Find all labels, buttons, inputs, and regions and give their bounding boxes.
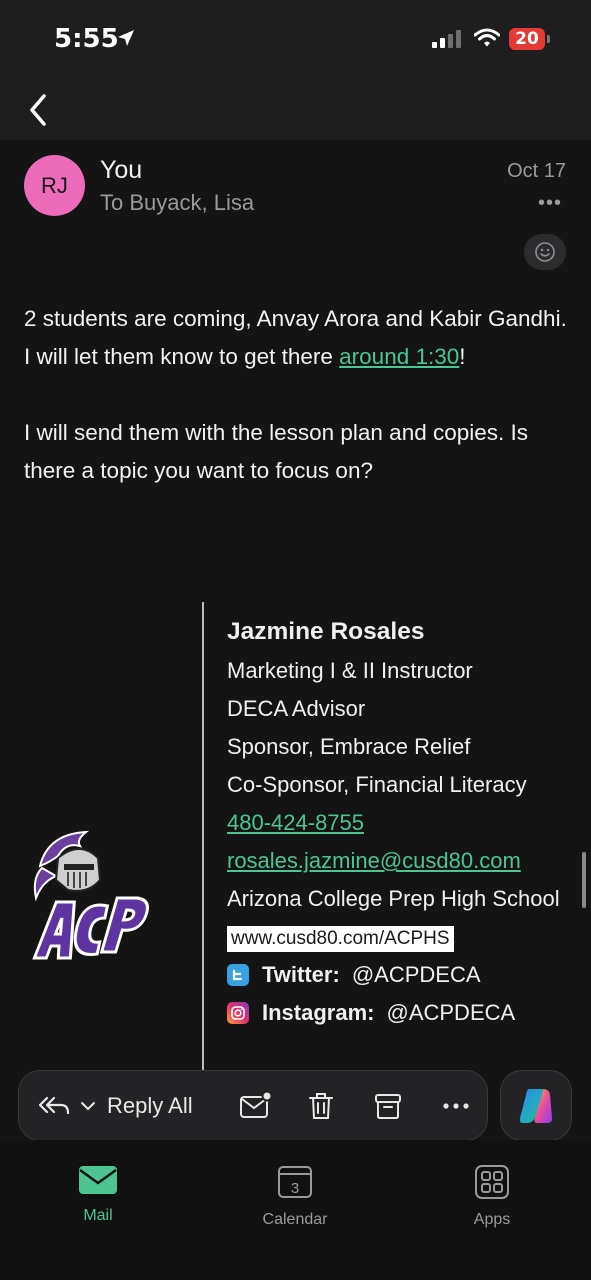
nav-bar xyxy=(0,78,591,140)
calendar-icon: 3 xyxy=(278,1166,312,1198)
signature-title-3: Sponsor, Embrace Relief xyxy=(227,734,471,759)
battery-icon: 20 xyxy=(509,28,545,50)
wifi-icon xyxy=(474,28,500,47)
scrollbar[interactable] xyxy=(582,852,586,908)
signature-divider xyxy=(202,602,204,1140)
email-content: RJ You To Buyack, Lisa Oct 17 ••• 2 stud… xyxy=(0,140,591,1140)
body-paragraph-1: 2 students are coming, Anvay Arora and K… xyxy=(24,306,567,369)
more-options-icon[interactable]: ••• xyxy=(538,192,562,215)
twitter-row[interactable]: Twitter: @ACPDECA xyxy=(227,956,577,994)
tab-mail[interactable]: Mail xyxy=(48,1164,148,1225)
tab-apps-label: Apps xyxy=(473,1211,511,1228)
signature-phone-link[interactable]: 480-424-8755 xyxy=(227,804,577,842)
apps-icon xyxy=(475,1165,509,1199)
signal-icon xyxy=(432,30,461,48)
signature-name: Jazmine Rosales xyxy=(227,618,425,645)
sender-name: You xyxy=(100,156,143,184)
reply-all-label: Reply All xyxy=(107,1092,193,1118)
copilot-button[interactable] xyxy=(500,1070,572,1141)
recipients[interactable]: To Buyack, Lisa xyxy=(100,190,254,216)
twitter-handle: @ACPDECA xyxy=(351,962,481,987)
acp-knight-logo xyxy=(32,830,149,960)
reply-all-icon xyxy=(38,1096,70,1114)
signature-title-2: DECA Advisor xyxy=(227,696,366,721)
add-reaction-button[interactable] xyxy=(524,234,566,270)
chevron-down-icon[interactable] xyxy=(79,1099,97,1113)
battery-nub xyxy=(547,35,550,43)
body-paragraph-2: I will send them with the lesson plan an… xyxy=(24,420,529,483)
email-body: 2 students are coming, Anvay Arora and K… xyxy=(24,300,569,528)
more-actions-icon[interactable] xyxy=(441,1091,471,1121)
copilot-icon xyxy=(519,1088,553,1123)
instagram-label: Instagram: xyxy=(262,1000,375,1025)
instagram-icon xyxy=(227,1002,249,1024)
signature-school: Arizona College Prep High School xyxy=(227,886,560,911)
twitter-label: Twitter: xyxy=(262,962,340,987)
svg-text:3: 3 xyxy=(291,1180,299,1197)
status-time: 5:55 xyxy=(54,24,119,54)
email-date: Oct 17 xyxy=(507,160,566,182)
archive-icon[interactable] xyxy=(373,1091,403,1121)
instagram-handle: @ACPDECA xyxy=(386,1000,516,1025)
tab-mail-label: Mail xyxy=(83,1207,113,1224)
trash-icon[interactable] xyxy=(306,1091,336,1121)
signature-title-1: Marketing I & II Instructor xyxy=(227,658,473,683)
twitter-icon xyxy=(227,964,249,986)
smiley-icon xyxy=(535,242,555,262)
signature-website-link[interactable]: www.cusd80.com/ACPHS xyxy=(227,926,454,952)
mail-icon xyxy=(79,1166,117,1194)
signature-title-4: Co-Sponsor, Financial Literacy xyxy=(227,772,527,797)
time-link[interactable]: around 1:30 xyxy=(339,344,459,369)
status-bar: 5:55 20 xyxy=(0,0,591,78)
signature-email-link[interactable]: rosales.jazmine@cusd80.com xyxy=(227,842,577,880)
email-action-bar: Reply All xyxy=(18,1070,488,1141)
tab-calendar[interactable]: 3 Calendar xyxy=(245,1164,345,1229)
avatar[interactable]: RJ xyxy=(24,155,85,216)
chevron-left-icon[interactable] xyxy=(22,86,58,130)
tab-calendar-label: Calendar xyxy=(262,1211,328,1228)
mark-unread-icon[interactable] xyxy=(239,1091,273,1121)
instagram-row[interactable]: Instagram: @ACPDECA xyxy=(227,994,577,1032)
tab-apps[interactable]: Apps xyxy=(442,1164,542,1229)
tab-bar: Mail 3 Calendar Apps xyxy=(0,1140,591,1280)
location-arrow-icon xyxy=(118,30,134,46)
reply-all-button[interactable]: Reply All xyxy=(37,1093,193,1119)
signature-block: Jazmine Rosales Marketing I & II Instruc… xyxy=(227,612,577,1032)
